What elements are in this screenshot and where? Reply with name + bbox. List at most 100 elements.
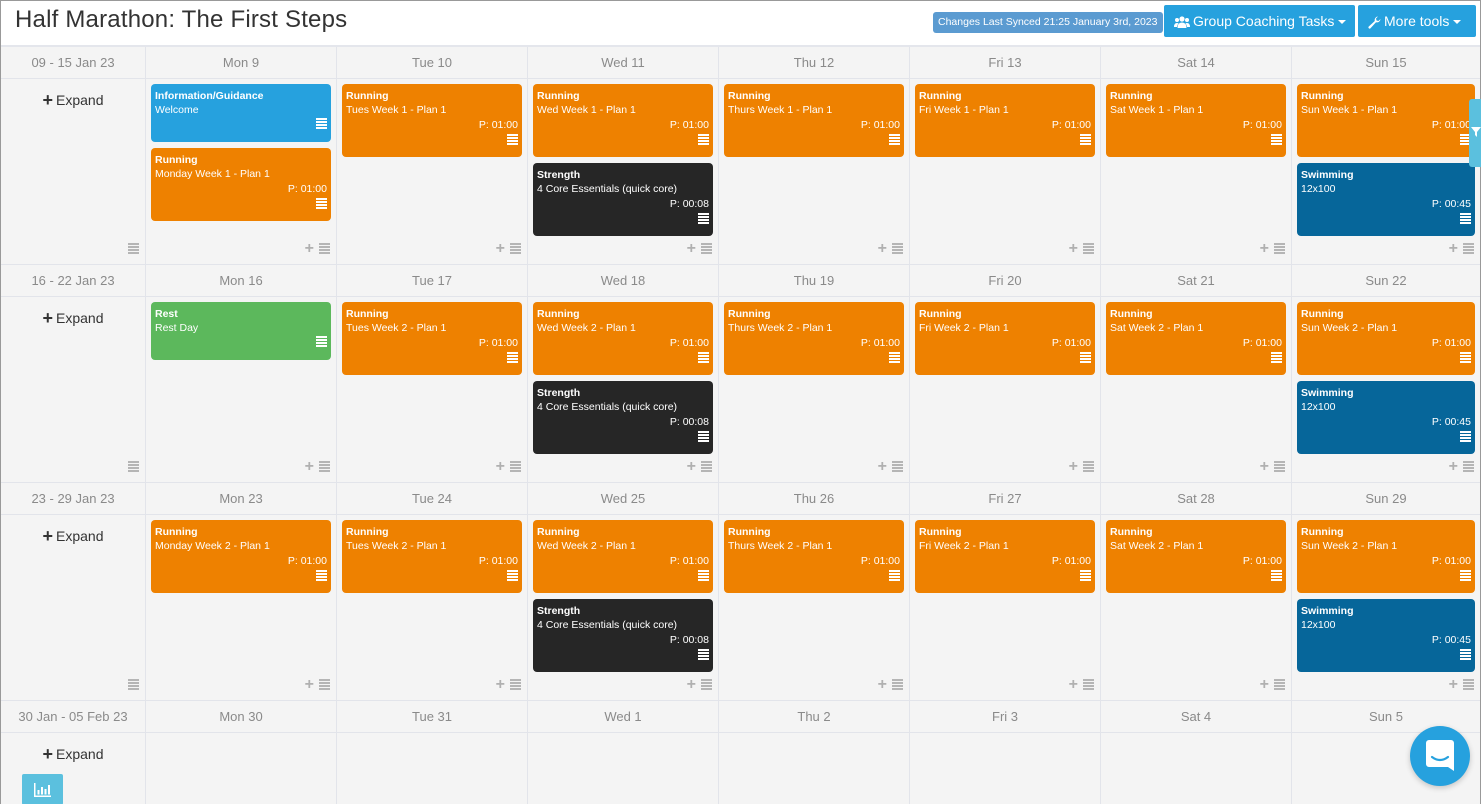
hamburger-icon[interactable] [1274,679,1285,691]
hamburger-icon[interactable] [1083,461,1094,473]
plus-icon[interactable]: + [496,241,505,257]
session-card[interactable]: Running Sat Week 1 - Plan 1 P: 01:00 [1106,84,1286,157]
plus-icon[interactable]: + [1260,459,1269,475]
plus-icon[interactable]: + [1449,241,1458,257]
hamburger-icon[interactable] [507,134,518,146]
plus-icon[interactable]: + [687,459,696,475]
chat-launcher-button[interactable] [1410,726,1470,786]
session-card[interactable]: Running Fri Week 1 - Plan 1 P: 01:00 [915,84,1095,157]
plus-icon[interactable]: + [496,677,505,693]
plus-icon[interactable]: + [687,677,696,693]
session-card[interactable]: Running Sat Week 2 - Plan 1 P: 01:00 [1106,520,1286,593]
hamburger-icon[interactable] [1080,570,1091,582]
plus-icon[interactable]: + [687,241,696,257]
plus-icon[interactable]: + [1069,241,1078,257]
plus-icon[interactable]: + [878,677,887,693]
hamburger-icon[interactable] [701,679,712,691]
session-card[interactable]: Running Tues Week 2 - Plan 1 P: 01:00 [342,520,522,593]
hamburger-icon[interactable] [1083,243,1094,255]
plus-icon[interactable]: + [305,459,314,475]
session-card[interactable]: Strength 4 Core Essentials (quick core) … [533,381,713,454]
hamburger-icon[interactable] [892,679,903,691]
hamburger-icon[interactable] [698,649,709,661]
hamburger-icon[interactable] [1271,134,1282,146]
session-card[interactable]: Swimming 12x100 P: 00:45 [1297,599,1475,672]
hamburger-icon[interactable] [701,461,712,473]
hamburger-icon[interactable] [128,679,139,691]
session-card[interactable]: Running Monday Week 2 - Plan 1 P: 01:00 [151,520,331,593]
hamburger-icon[interactable] [1271,352,1282,364]
session-card[interactable]: Running Tues Week 1 - Plan 1 P: 01:00 [342,84,522,157]
hamburger-icon[interactable] [510,461,521,473]
hamburger-icon[interactable] [698,431,709,443]
session-card[interactable]: Running Wed Week 2 - Plan 1 P: 01:00 [533,302,713,375]
filter-tab[interactable] [1469,99,1481,167]
plus-icon[interactable]: + [1449,677,1458,693]
hamburger-icon[interactable] [698,134,709,146]
hamburger-icon[interactable] [698,570,709,582]
stats-button[interactable] [22,774,63,804]
session-card[interactable]: Running Fri Week 2 - Plan 1 P: 01:00 [915,302,1095,375]
more-tools-button[interactable]: More tools [1358,5,1476,37]
session-card[interactable]: Running Thurs Week 1 - Plan 1 P: 01:00 [724,84,904,157]
hamburger-icon[interactable] [1460,431,1471,443]
session-card[interactable]: Running Thurs Week 2 - Plan 1 P: 01:00 [724,302,904,375]
hamburger-icon[interactable] [1080,352,1091,364]
hamburger-icon[interactable] [1463,679,1474,691]
hamburger-icon[interactable] [316,336,327,348]
expand-button[interactable]: + Expand [6,308,140,329]
expand-button[interactable]: + Expand [6,744,140,765]
hamburger-icon[interactable] [319,461,330,473]
session-card[interactable]: Running Wed Week 2 - Plan 1 P: 01:00 [533,520,713,593]
session-card[interactable]: Strength 4 Core Essentials (quick core) … [533,163,713,236]
plus-icon[interactable]: + [878,241,887,257]
session-card[interactable]: Swimming 12x100 P: 00:45 [1297,163,1475,236]
hamburger-icon[interactable] [1463,243,1474,255]
plus-icon[interactable]: + [496,459,505,475]
hamburger-icon[interactable] [1083,679,1094,691]
session-card[interactable]: Running Sun Week 2 - Plan 1 P: 01:00 [1297,520,1475,593]
expand-button[interactable]: + Expand [6,526,140,547]
hamburger-icon[interactable] [892,461,903,473]
session-card[interactable]: Swimming 12x100 P: 00:45 [1297,381,1475,454]
hamburger-icon[interactable] [1460,649,1471,661]
plus-icon[interactable]: + [878,459,887,475]
hamburger-icon[interactable] [892,243,903,255]
session-card[interactable]: Running Thurs Week 2 - Plan 1 P: 01:00 [724,520,904,593]
hamburger-icon[interactable] [507,352,518,364]
expand-button[interactable]: + Expand [6,90,140,111]
hamburger-icon[interactable] [1460,213,1471,225]
session-card[interactable]: Running Wed Week 1 - Plan 1 P: 01:00 [533,84,713,157]
hamburger-icon[interactable] [1460,570,1471,582]
hamburger-icon[interactable] [889,570,900,582]
hamburger-icon[interactable] [319,243,330,255]
group-coaching-tasks-button[interactable]: Group Coaching Tasks [1164,5,1355,37]
session-card[interactable]: Strength 4 Core Essentials (quick core) … [533,599,713,672]
hamburger-icon[interactable] [889,352,900,364]
hamburger-icon[interactable] [1271,570,1282,582]
hamburger-icon[interactable] [1274,461,1285,473]
session-card[interactable]: Running Monday Week 1 - Plan 1 P: 01:00 [151,148,331,221]
plus-icon[interactable]: + [1449,459,1458,475]
hamburger-icon[interactable] [128,461,139,473]
session-card[interactable]: Running Tues Week 2 - Plan 1 P: 01:00 [342,302,522,375]
hamburger-icon[interactable] [507,570,518,582]
hamburger-icon[interactable] [1460,352,1471,364]
session-card[interactable]: Running Sat Week 2 - Plan 1 P: 01:00 [1106,302,1286,375]
session-card[interactable]: Running Sun Week 2 - Plan 1 P: 01:00 [1297,302,1475,375]
plus-icon[interactable]: + [1260,677,1269,693]
plus-icon[interactable]: + [305,677,314,693]
session-card[interactable]: Rest Rest Day [151,302,331,360]
session-card[interactable]: Information/Guidance Welcome [151,84,331,142]
plus-icon[interactable]: + [1260,241,1269,257]
session-card[interactable]: Running Fri Week 2 - Plan 1 P: 01:00 [915,520,1095,593]
hamburger-icon[interactable] [889,134,900,146]
plus-icon[interactable]: + [1069,459,1078,475]
hamburger-icon[interactable] [1080,134,1091,146]
hamburger-icon[interactable] [1463,461,1474,473]
hamburger-icon[interactable] [316,118,327,130]
plus-icon[interactable]: + [305,241,314,257]
hamburger-icon[interactable] [128,243,139,255]
plus-icon[interactable]: + [1069,677,1078,693]
hamburger-icon[interactable] [698,352,709,364]
